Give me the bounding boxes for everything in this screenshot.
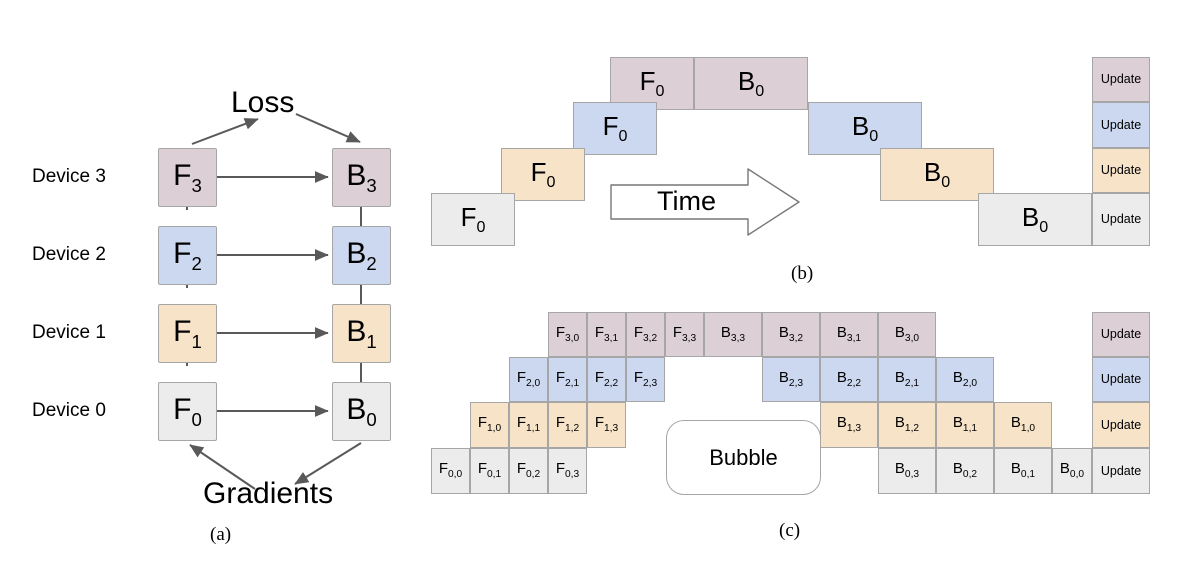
panel-c-forward-cell-1-1: F1,1 [509, 402, 548, 448]
panel-c-backward-cell-0-2: B0,1 [994, 448, 1052, 494]
arrow-loss-b3 [295, 113, 361, 143]
panel-a-backward-label-3: B3 [346, 158, 377, 196]
panel-b-forward-cell-2: F0 [573, 102, 657, 155]
panel-b-caption: (b) [791, 263, 814, 284]
panel-c-caption: (c) [779, 520, 801, 541]
panel-c-update-cell-1: Update [1092, 402, 1150, 448]
panel-a-device-label-3: Device 3 [32, 166, 106, 187]
panel-c-update-cell-2: Update [1092, 357, 1150, 402]
panel-a-backward-box-1: B1 [332, 304, 391, 363]
panel-a-device-label-1: Device 1 [32, 322, 106, 343]
panel-a-caption: (a) [210, 524, 232, 545]
panel-c-forward-cell-0-3: F0,3 [548, 448, 587, 494]
panel-c-backward-cell-3-1: B3,2 [762, 312, 820, 357]
panel-a-forward-label-3: F3 [173, 158, 202, 196]
panel-b-update-cell-1: Update [1092, 148, 1150, 193]
panel-a-forward-box-3: F3 [158, 148, 217, 207]
loss-label: Loss [231, 86, 295, 119]
panel-b-backward-cell-3: B0 [694, 57, 808, 110]
panel-c-backward-cell-3-3: B3,0 [878, 312, 936, 357]
panel-c-forward-cell-2-3: F2,3 [626, 357, 665, 402]
bubble-region: Bubble [666, 420, 821, 495]
panel-c-backward-cell-1-0: B1,3 [820, 402, 878, 448]
panel-a-backward-label-2: B2 [346, 236, 377, 274]
panel-a-forward-box-0: F0 [158, 382, 217, 441]
panel-c-update-cell-3: Update [1092, 312, 1150, 357]
panel-c-forward-cell-1-3: F1,3 [587, 402, 626, 448]
panel-a-forward-box-1: F1 [158, 304, 217, 363]
panel-b-backward-cell-1: B0 [880, 148, 994, 201]
panel-c-forward-cell-2-1: F2,1 [548, 357, 587, 402]
panel-c-forward-cell-3-2: F3,2 [626, 312, 665, 357]
panel-c-forward-cell-0-2: F0,2 [509, 448, 548, 494]
panel-c-forward-cell-3-3: F3,3 [665, 312, 704, 357]
panel-c-backward-cell-1-2: B1,1 [936, 402, 994, 448]
panel-a-forward-label-1: F1 [173, 314, 202, 352]
panel-c-forward-cell-1-0: F1,0 [470, 402, 509, 448]
panel-a-device-label-2: Device 2 [32, 244, 106, 265]
panel-a-backward-box-0: B0 [332, 382, 391, 441]
panel-b-update-cell-2: Update [1092, 102, 1150, 148]
panel-c-backward-cell-0-3: B0,0 [1052, 448, 1092, 494]
panel-c-backward-cell-3-0: B3,3 [704, 312, 762, 357]
panel-c-backward-cell-2-1: B2,2 [820, 357, 878, 402]
panel-c-forward-cell-2-2: F2,2 [587, 357, 626, 402]
panel-c-backward-cell-0-1: B0,2 [936, 448, 994, 494]
panel-b-forward-cell-0: F0 [431, 193, 515, 246]
panel-c-forward-cell-2-0: F2,0 [509, 357, 548, 402]
panel-c-backward-cell-2-0: B2,3 [762, 357, 820, 402]
panel-c-backward-cell-0-0: B0,3 [878, 448, 936, 494]
panel-c-backward-cell-1-3: B1,0 [994, 402, 1052, 448]
panel-c-forward-cell-3-0: F3,0 [548, 312, 587, 357]
panel-a-forward-box-2: F2 [158, 226, 217, 285]
panel-b-backward-cell-0: B0 [978, 193, 1092, 246]
panel-c-forward-cell-0-0: F0,0 [431, 448, 470, 494]
panel-b-update-cell-0: Update [1092, 193, 1150, 246]
panel-b-update-cell-3: Update [1092, 57, 1150, 102]
panel-c-update-cell-0: Update [1092, 448, 1150, 494]
panel-a-forward-label-2: F2 [173, 236, 202, 274]
panel-c-backward-cell-3-2: B3,1 [820, 312, 878, 357]
panel-a-arrow-layer [181, 113, 367, 490]
panel-c-backward-cell-1-1: B1,2 [878, 402, 936, 448]
panel-a-backward-label-0: B0 [346, 392, 377, 430]
pipeline-parallelism-figure: Loss Gradients Device 3 Device 2 Device … [0, 0, 1188, 586]
panel-a-backward-label-1: B1 [346, 314, 377, 352]
panel-a-device-label-0: Device 0 [32, 400, 106, 421]
panel-c-backward-cell-2-3: B2,0 [936, 357, 994, 402]
time-label: Time [657, 186, 716, 216]
panel-c-forward-cell-1-2: F1,2 [548, 402, 587, 448]
panel-a-forward-label-0: F0 [173, 392, 202, 430]
panel-c-backward-cell-2-2: B2,1 [878, 357, 936, 402]
panel-a-backward-box-3: B3 [332, 148, 391, 207]
gradients-label: Gradients [203, 477, 334, 510]
panel-c-forward-cell-0-1: F0,1 [470, 448, 509, 494]
arrow-f3-loss [191, 118, 259, 145]
panel-a-backward-box-2: B2 [332, 226, 391, 285]
panel-c-forward-cell-3-1: F3,1 [587, 312, 626, 357]
